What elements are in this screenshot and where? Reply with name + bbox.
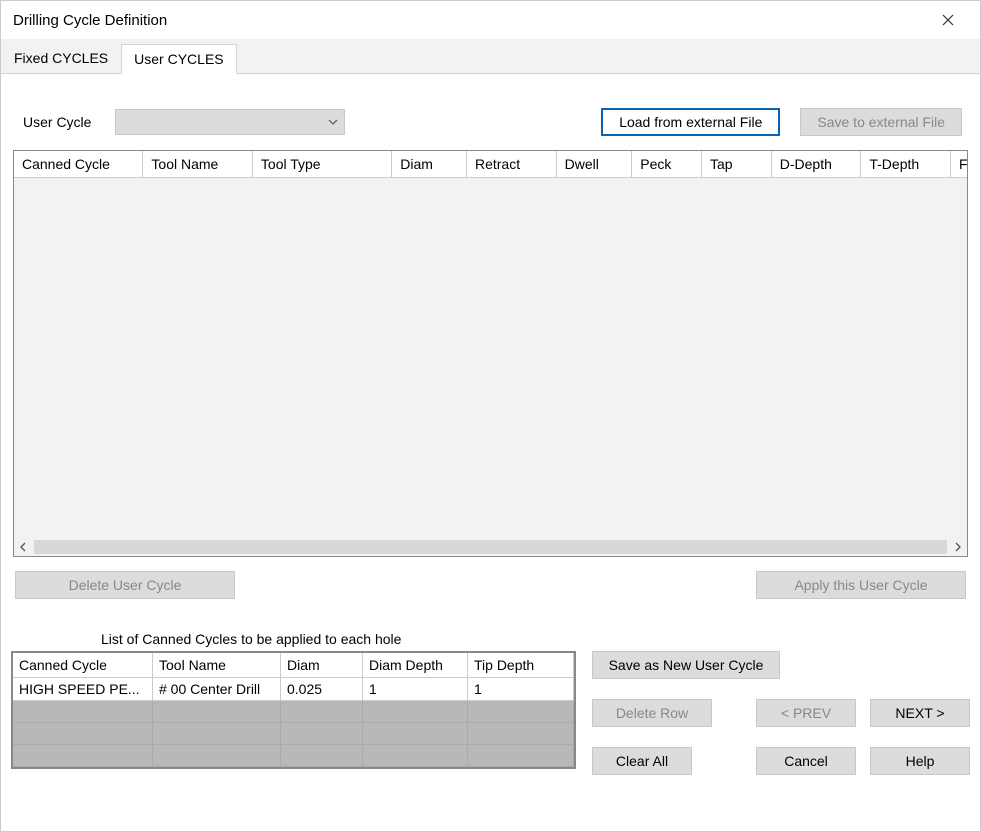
help-button[interactable]: Help	[870, 747, 970, 775]
lcc-col-canned-cycle[interactable]: Canned Cycle	[13, 653, 153, 678]
lcc-col-tip-depth[interactable]: Tip Depth	[468, 653, 574, 678]
chevron-down-icon	[328, 119, 338, 125]
cell-diam-depth[interactable]: 1	[363, 678, 468, 701]
save-as-new-user-cycle-button[interactable]: Save as New User Cycle	[592, 651, 780, 679]
window-title: Drilling Cycle Definition	[13, 12, 928, 29]
lcc-col-diam-depth[interactable]: Diam Depth	[363, 653, 468, 678]
cell-tip-depth[interactable]: 1	[468, 678, 574, 701]
delete-row-button[interactable]: Delete Row	[592, 699, 712, 727]
lcc-col-diam[interactable]: Diam	[281, 653, 363, 678]
save-external-button[interactable]: Save to external File	[800, 108, 962, 136]
upper-col-t-depth[interactable]: T-Depth	[861, 151, 951, 177]
chevron-left-icon	[20, 542, 26, 552]
table-row[interactable]	[13, 701, 574, 723]
upper-col-tap[interactable]: Tap	[702, 151, 772, 177]
scroll-right-button[interactable]	[949, 538, 967, 556]
upper-col-tool-name[interactable]: Tool Name	[143, 151, 253, 177]
canned-cycles-grid[interactable]: Canned Cycle Tool Name Diam Diam Depth T…	[11, 651, 576, 769]
tab-user-cycles[interactable]: User CYCLES	[121, 44, 236, 74]
upper-col-feed[interactable]: Feed	[951, 151, 967, 177]
close-icon	[942, 14, 954, 26]
cell-canned-cycle[interactable]: HIGH SPEED PE...	[13, 678, 153, 701]
clear-all-button[interactable]: Clear All	[592, 747, 692, 775]
canned-cycles-list-label: List of Canned Cycles to be applied to e…	[11, 629, 970, 651]
chevron-right-icon	[955, 542, 961, 552]
scrollbar-track[interactable]	[34, 540, 947, 554]
upper-grid-body[interactable]	[14, 178, 967, 538]
horizontal-scrollbar[interactable]	[14, 538, 967, 556]
load-external-button[interactable]: Load from external File	[601, 108, 780, 136]
lcc-col-tool-name[interactable]: Tool Name	[153, 653, 281, 678]
scroll-left-button[interactable]	[14, 538, 32, 556]
next-button[interactable]: NEXT >	[870, 699, 970, 727]
upper-col-d-depth[interactable]: D-Depth	[772, 151, 862, 177]
upper-col-retract[interactable]: Retract	[467, 151, 557, 177]
table-row[interactable]: HIGH SPEED PE... # 00 Center Drill 0.025…	[13, 678, 574, 701]
upper-col-diam[interactable]: Diam	[392, 151, 467, 177]
close-button[interactable]	[928, 5, 968, 35]
table-row[interactable]	[13, 723, 574, 745]
delete-user-cycle-button[interactable]: Delete User Cycle	[15, 571, 235, 599]
table-row[interactable]	[13, 745, 574, 767]
cancel-button[interactable]: Cancel	[756, 747, 856, 775]
upper-col-canned-cycle[interactable]: Canned Cycle	[14, 151, 143, 177]
tab-fixed-cycles[interactable]: Fixed CYCLES	[1, 43, 121, 73]
upper-cycle-grid[interactable]: Canned Cycle Tool Name Tool Type Diam Re…	[13, 150, 968, 557]
user-cycle-dropdown[interactable]	[115, 109, 345, 135]
upper-col-peck[interactable]: Peck	[632, 151, 702, 177]
cell-tool-name[interactable]: # 00 Center Drill	[153, 678, 281, 701]
prev-button[interactable]: < PREV	[756, 699, 856, 727]
upper-col-tool-type[interactable]: Tool Type	[253, 151, 392, 177]
cell-diam[interactable]: 0.025	[281, 678, 363, 701]
upper-col-dwell[interactable]: Dwell	[557, 151, 633, 177]
user-cycle-label: User Cycle	[23, 114, 91, 130]
apply-user-cycle-button[interactable]: Apply this User Cycle	[756, 571, 966, 599]
tabstrip: Fixed CYCLES User CYCLES	[1, 39, 980, 74]
